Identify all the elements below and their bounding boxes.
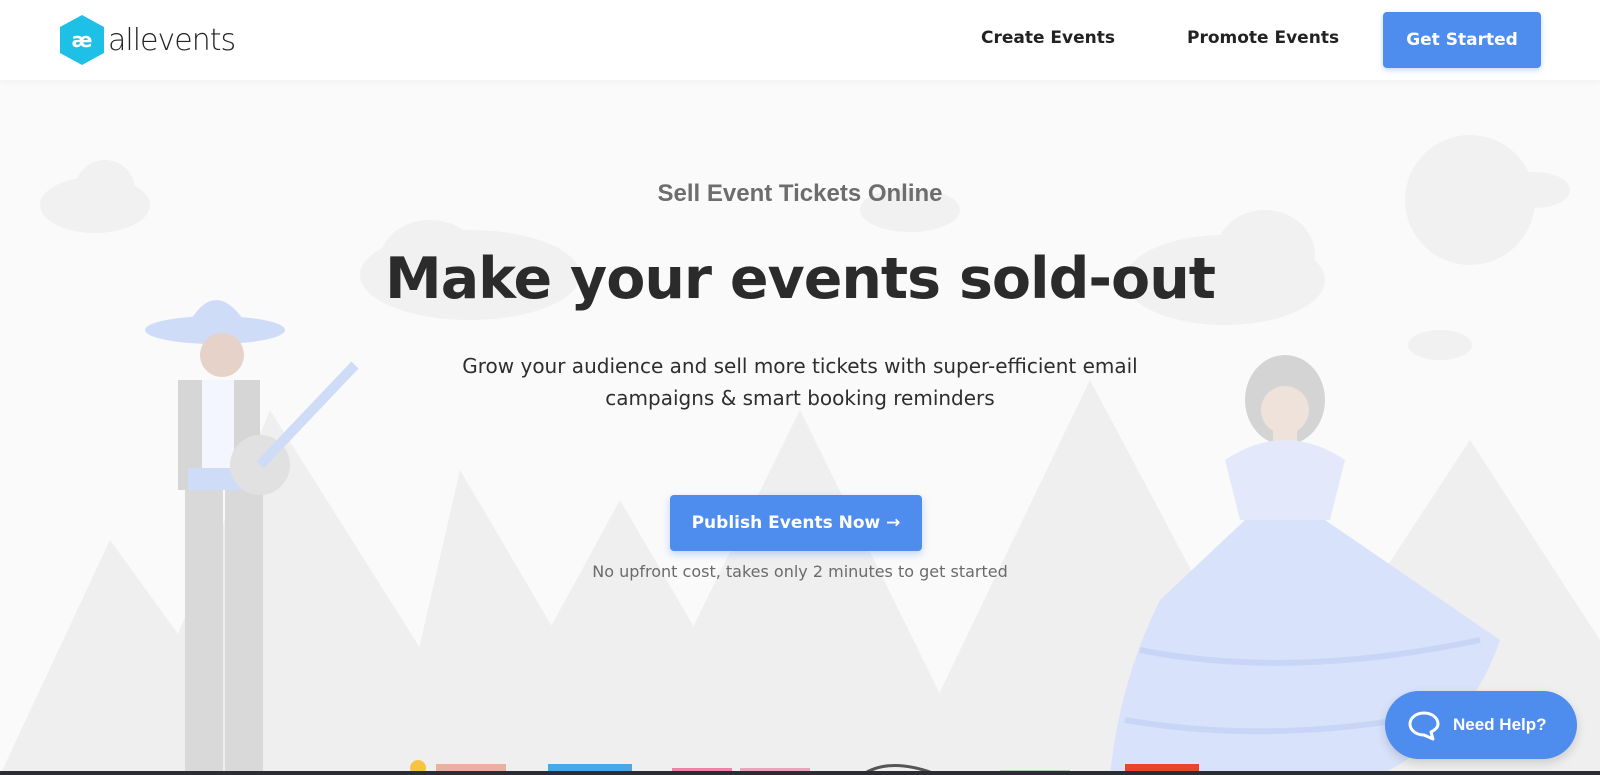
- need-help-label: Need Help?: [1453, 715, 1547, 734]
- get-started-button[interactable]: Get Started: [1383, 12, 1541, 68]
- svg-text:æ: æ: [72, 28, 93, 52]
- hero-note: No upfront cost, takes only 2 minutes to…: [592, 562, 1008, 581]
- nav-promote-events[interactable]: Promote Events: [1187, 28, 1339, 48]
- bottom-edge-bar: [0, 771, 1600, 775]
- nav-create-events[interactable]: Create Events: [981, 28, 1115, 48]
- ae-hexagon-logo-icon: æ: [60, 15, 104, 65]
- hero-eyebrow: Sell Event Tickets Online: [657, 180, 943, 207]
- chat-bubble-icon: [1408, 711, 1440, 741]
- logo-wordmark: allevents: [108, 22, 236, 58]
- hero-subtitle: Grow your audience and sell more tickets…: [462, 354, 1138, 410]
- need-help-button[interactable]: Need Help?: [1385, 691, 1577, 759]
- publish-events-button[interactable]: Publish Events Now →: [670, 495, 922, 551]
- site-header: æ allevents Create Events Promote Events…: [0, 0, 1600, 80]
- hero-headline: Make your events sold-out: [384, 246, 1216, 312]
- allevents-logo[interactable]: æ allevents: [58, 14, 236, 66]
